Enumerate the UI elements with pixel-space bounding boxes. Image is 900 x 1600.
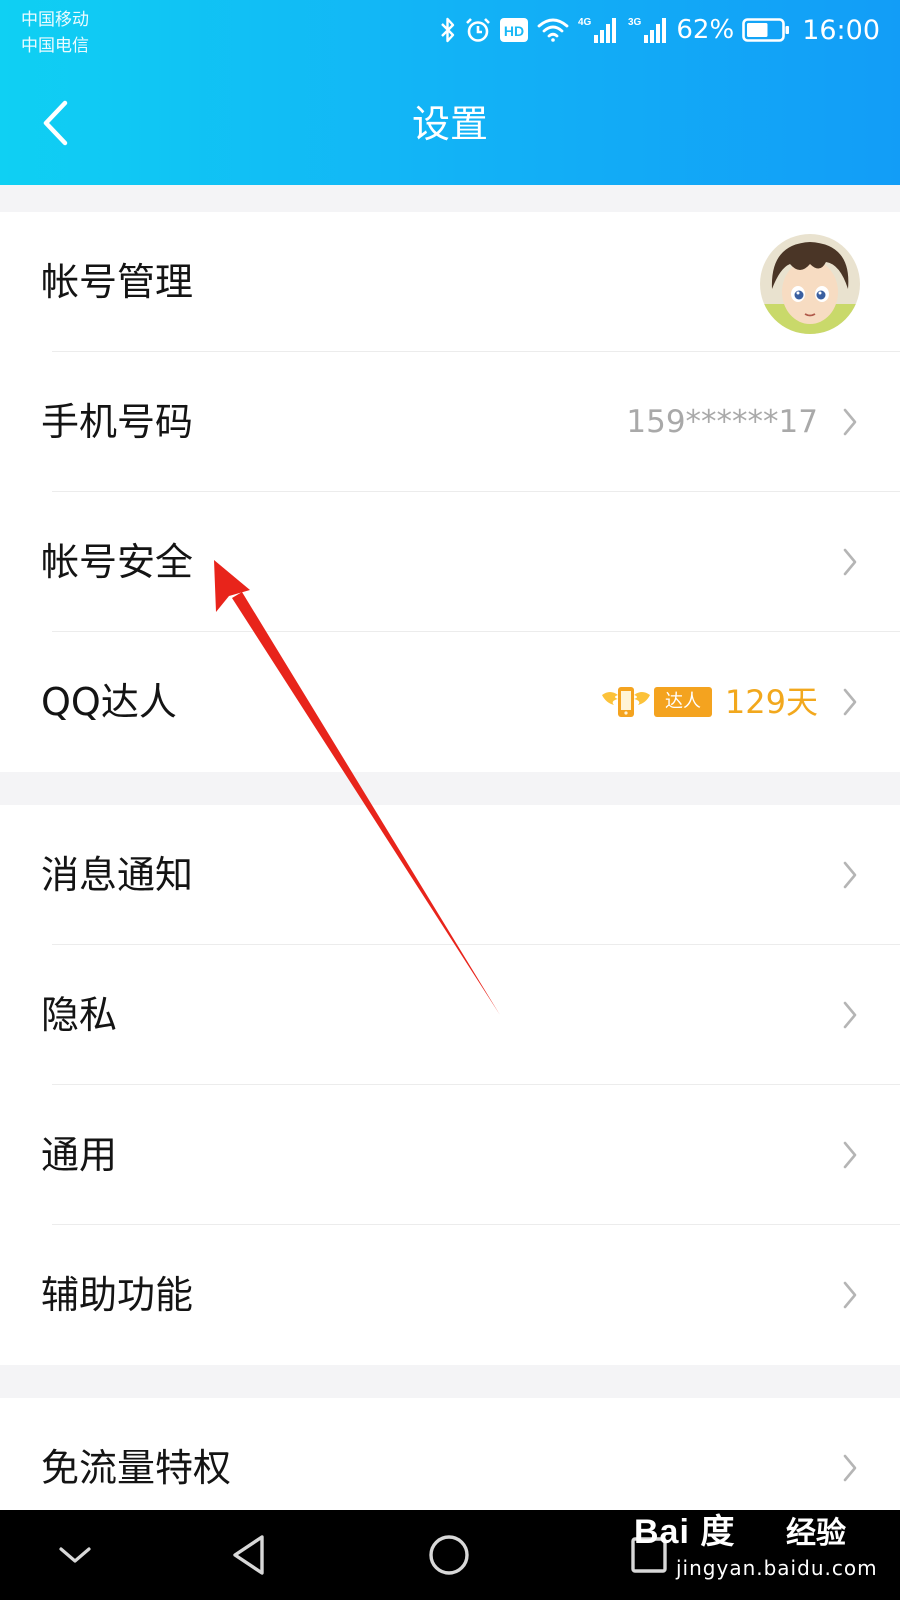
alarm-icon — [464, 16, 492, 44]
phone-number-value: 159******17 — [626, 404, 818, 440]
row-notifications[interactable]: 消息通知 — [0, 805, 900, 945]
recents-square-icon — [631, 1537, 667, 1573]
preferences-group: 消息通知 隐私 通用 辅助功能 — [0, 805, 900, 1365]
svg-text:HD: HD — [504, 23, 524, 39]
clock: 16:00 — [802, 14, 880, 46]
battery-icon — [742, 18, 790, 42]
nav-recents-button[interactable] — [624, 1530, 674, 1580]
home-circle-icon — [429, 1535, 469, 1575]
carrier-1-label: 中国移动 — [21, 10, 89, 30]
row-accessibility[interactable]: 辅助功能 — [0, 1225, 900, 1365]
chevron-right-icon — [843, 408, 857, 436]
svg-text:4G: 4G — [578, 17, 592, 28]
system-nav-bar — [0, 1510, 900, 1600]
nav-home-button[interactable] — [424, 1530, 474, 1580]
row-label: 帐号安全 — [41, 540, 194, 584]
row-label: 帐号管理 — [41, 260, 194, 304]
row-account-security[interactable]: 帐号安全 — [0, 492, 900, 632]
app-header: 中国移动 中国电信 HD 4G 3G 62% 16:00 设置 — [0, 0, 900, 185]
chevron-right-icon — [843, 1141, 857, 1169]
row-account-management[interactable]: 帐号管理 — [0, 212, 900, 352]
page-title: 设置 — [411, 102, 488, 146]
bluetooth-icon — [440, 16, 456, 44]
carrier-2-label: 中国电信 — [21, 36, 89, 56]
badge-label: 达人 — [665, 691, 701, 712]
chevron-right-icon — [843, 688, 857, 716]
expert-badge: 达人 — [598, 683, 718, 721]
wifi-icon — [536, 17, 570, 43]
signal-3g-icon: 3G — [628, 15, 670, 45]
collapse-nav-button[interactable] — [50, 1530, 100, 1580]
avatar[interactable] — [760, 234, 860, 334]
chevron-right-icon — [843, 1454, 857, 1482]
row-label: 辅助功能 — [41, 1273, 194, 1317]
row-label: QQ达人 — [41, 680, 177, 724]
row-general[interactable]: 通用 — [0, 1085, 900, 1225]
row-label: 消息通知 — [41, 853, 194, 897]
data-privilege-group: 免流量特权 — [0, 1398, 900, 1510]
collapse-chevron-icon — [59, 1547, 91, 1563]
row-phone-number[interactable]: 手机号码 159******17 — [0, 352, 900, 492]
hd-icon: HD — [500, 18, 529, 42]
chevron-right-icon — [843, 548, 857, 576]
expert-days-value: 129天 — [724, 683, 818, 721]
row-label: 隐私 — [41, 993, 118, 1037]
chevron-right-icon — [843, 861, 857, 889]
row-label: 通用 — [41, 1133, 118, 1177]
carrier-info: 中国移动 中国电信 — [21, 7, 89, 59]
status-bar: HD 4G 3G 62% 16:00 — [432, 12, 880, 48]
chevron-right-icon — [843, 1281, 857, 1309]
row-label: 手机号码 — [41, 400, 194, 444]
back-triangle-icon — [233, 1535, 264, 1575]
row-privacy[interactable]: 隐私 — [0, 945, 900, 1085]
signal-4g-icon: 4G — [578, 15, 620, 45]
row-qq-expert[interactable]: QQ达人 达人 129天 — [0, 632, 900, 772]
battery-percent: 62% — [676, 15, 735, 45]
settings-list: 帐号管理 手机号码 159******17 帐号安全 QQ达人 达人 129天 … — [0, 185, 900, 1510]
chevron-right-icon — [843, 1001, 857, 1029]
svg-text:3G: 3G — [628, 17, 642, 28]
account-group: 帐号管理 手机号码 159******17 帐号安全 QQ达人 达人 129天 — [0, 212, 900, 772]
nav-back-button[interactable] — [224, 1530, 274, 1580]
